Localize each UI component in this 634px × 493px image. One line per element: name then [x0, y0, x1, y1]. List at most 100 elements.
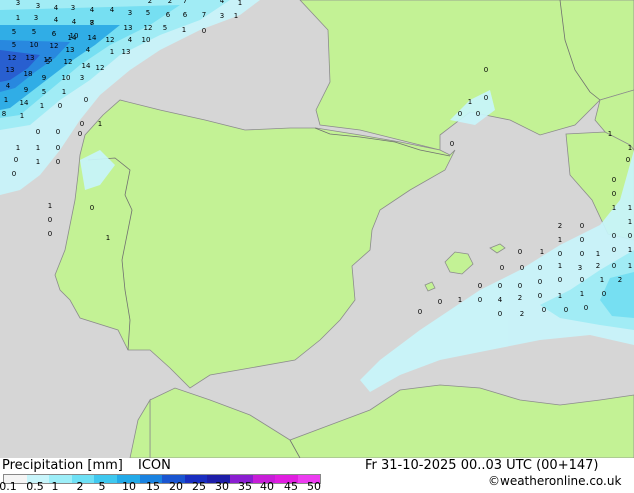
precip-value-label: 3: [220, 12, 224, 20]
precip-value-label: 4: [72, 18, 77, 26]
precip-value-label: 0: [626, 156, 630, 164]
precip-value-label: 3: [16, 0, 20, 7]
precip-value-label: 0: [418, 308, 422, 316]
precip-value-label: 0: [612, 190, 616, 198]
precip-value-label: 5: [46, 58, 50, 66]
precip-value-label: 9: [24, 86, 28, 94]
precip-value-label: 0: [202, 27, 206, 35]
precip-value-label: 0: [612, 232, 616, 240]
precip-value-label: 8: [2, 110, 6, 118]
precip-value-label: 1: [600, 276, 604, 284]
precip-value-label: 2: [618, 276, 622, 284]
precip-value-label: 0: [500, 264, 504, 272]
precip-value-label: 0: [48, 216, 52, 224]
precip-value-label: 0: [520, 264, 524, 272]
precip-value-label: 7: [90, 19, 94, 27]
legend-tick-label: 40: [260, 480, 274, 493]
precip-value-label: 7: [202, 11, 206, 19]
precip-value-label: 0: [478, 282, 482, 290]
precip-value-label: 0: [78, 130, 82, 138]
precip-value-label: 1: [596, 250, 600, 258]
precip-value-label: 2: [518, 294, 522, 302]
legend-tick-label: 45: [284, 480, 298, 493]
precip-value-label: 18: [24, 70, 33, 78]
precip-value-label: 13: [6, 66, 15, 74]
precip-value-label: 0: [612, 262, 616, 270]
precip-value-label: 0: [80, 120, 84, 128]
legend-tick-label: 1: [51, 480, 59, 493]
precip-value-label: 12: [50, 42, 59, 50]
precip-value-label: 1: [98, 120, 102, 128]
precip-value-label: 0: [538, 278, 542, 286]
precip-value-label: 0: [498, 310, 502, 318]
precip-value-label: 1: [612, 204, 616, 212]
precip-value-label: 1: [20, 112, 24, 120]
precip-value-label: 6: [166, 11, 171, 19]
precip-value-label: 10: [142, 36, 151, 44]
forecast-datetime: Fr 31-10-2025 00..03 UTC (00+147): [365, 458, 599, 473]
legend-tick-label: 50: [307, 480, 321, 493]
precip-value-label: 0: [612, 176, 616, 184]
precip-value-label: 1: [234, 12, 238, 20]
precip-value-label: 1: [110, 48, 114, 56]
precip-value-label: 6: [52, 30, 57, 38]
model-name: ICON: [138, 458, 171, 473]
legend-tick-label: 0.5: [26, 480, 44, 493]
precip-value-label: 14: [20, 99, 29, 107]
precip-value-label: 10: [62, 74, 71, 82]
precip-value-label: 2: [148, 0, 152, 5]
precip-value-label: 0: [56, 128, 60, 136]
precip-value-label: 13: [124, 24, 133, 32]
precip-value-label: 0: [84, 96, 88, 104]
precip-value-label: 0: [498, 282, 502, 290]
precip-value-label: 2: [596, 262, 600, 270]
precip-value-label: 1: [628, 246, 632, 254]
legend-tick-label: 15: [146, 480, 160, 493]
precip-value-label: 3: [71, 4, 75, 12]
precip-value-label: 0: [58, 102, 62, 110]
precip-value-label: 3: [578, 264, 582, 272]
precip-value-label: 0: [484, 66, 488, 74]
precip-value-label: 12: [64, 58, 73, 66]
precip-value-label: 7: [183, 0, 187, 5]
precip-value-label: 0: [558, 250, 562, 258]
precip-value-label: 1: [558, 262, 562, 270]
precip-value-label: 2: [520, 310, 524, 318]
precip-value-label: 12: [144, 24, 153, 32]
legend-tick-label: 0.1: [0, 480, 17, 493]
precip-value-label: 0: [612, 246, 616, 254]
precip-value-label: 5: [146, 9, 150, 17]
precip-value-label: 3: [80, 74, 84, 82]
legend-tick-label: 10: [122, 480, 136, 493]
precip-value-label: 6: [183, 11, 188, 19]
precip-value-label: 0: [538, 264, 542, 272]
precip-value-label: 1: [628, 204, 632, 212]
precip-value-label: 0: [580, 236, 584, 244]
precip-value-label: 4: [6, 82, 11, 90]
precip-value-label: 3: [128, 9, 132, 17]
precip-value-label: 2: [168, 0, 172, 5]
precip-value-label: 1: [36, 144, 40, 152]
precip-value-label: 0: [56, 144, 60, 152]
precip-value-label: 0: [450, 140, 454, 148]
legend-tick-label: 2: [76, 480, 84, 493]
precip-value-label: 1: [16, 14, 20, 22]
precip-value-label: 1: [628, 218, 632, 226]
precip-value-label: 0: [628, 232, 632, 240]
precip-value-label: 0: [584, 304, 588, 312]
precip-value-label: 0: [538, 292, 542, 300]
precip-value-label: 14: [82, 62, 91, 70]
precip-value-label: 4: [90, 6, 95, 14]
precip-value-label: 1: [628, 144, 632, 152]
precip-value-label: 2: [558, 222, 562, 230]
precip-value-label: 1: [106, 234, 110, 242]
legend-tick-label: 30: [215, 480, 229, 493]
precip-value-label: 0: [458, 110, 462, 118]
precip-value-label: 0: [564, 306, 568, 314]
precip-value-label: 1: [16, 144, 20, 152]
precip-value-label: 1: [62, 88, 66, 96]
precip-value-label: 13: [26, 54, 35, 62]
footer: Precipitation [mm] ICON Fr 31-10-2025 00…: [0, 458, 634, 493]
precip-value-label: 4: [220, 0, 225, 5]
precip-value-label: 0: [14, 156, 18, 164]
